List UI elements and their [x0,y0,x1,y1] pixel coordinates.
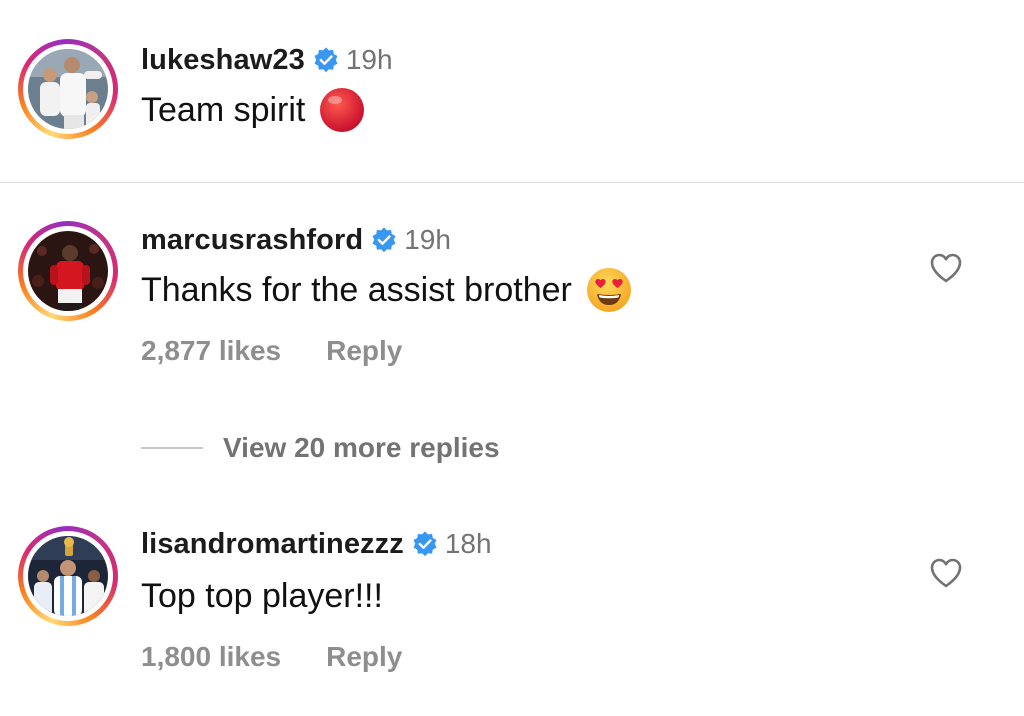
comment-meta: 2,877 likes Reply [141,334,402,368]
verified-badge-icon [372,227,396,253]
caption-text-row: Team spirit [141,88,365,132]
likes-count[interactable]: 1,800 likes [141,641,281,673]
view-more-replies-label: View 20 more replies [223,432,500,463]
verified-badge-icon [413,531,437,557]
avatar-photo [28,49,108,129]
timestamp: 18h [444,528,492,559]
avatar-photo [28,231,108,311]
red-circle-emoji-icon [320,88,365,132]
username[interactable]: lisandromartinezzz [141,528,404,561]
timestamp: 19h [345,44,393,75]
avatar-photo [28,536,108,616]
avatar[interactable] [18,526,118,626]
comment-header: marcusrashford 19h [141,223,451,257]
post-caption: lukeshaw23 19h Team spirit [0,0,1024,183]
avatar[interactable] [18,221,118,321]
comment-meta: 1,800 likes Reply [141,640,402,674]
comment-text: Thanks for the assist brother [141,270,572,309]
username[interactable]: marcusrashford [141,224,363,257]
caption-header: lukeshaw23 19h [141,43,393,77]
view-more-replies-button[interactable]: View 20 more replies [141,428,500,468]
likes-count[interactable]: 2,877 likes [141,335,281,367]
comment-text: Top top player!!! [141,576,383,615]
comment-text-row: Top top player!!! [141,574,383,618]
replies-divider-line [141,447,203,449]
verified-badge-icon [314,47,338,73]
reply-button[interactable]: Reply [326,641,402,673]
timestamp: 19h [404,224,451,255]
caption-text: Team spirit [141,90,306,129]
reply-button[interactable]: Reply [326,335,402,367]
heart-eyes-emoji-icon [586,268,631,312]
heart-outline-icon[interactable] [929,252,963,284]
comment-text-row: Thanks for the assist brother [141,268,632,312]
username[interactable]: lukeshaw23 [141,44,305,77]
avatar[interactable] [18,39,118,139]
comment-header: lisandromartinezzz 18h [141,527,492,561]
heart-outline-icon[interactable] [929,557,963,589]
